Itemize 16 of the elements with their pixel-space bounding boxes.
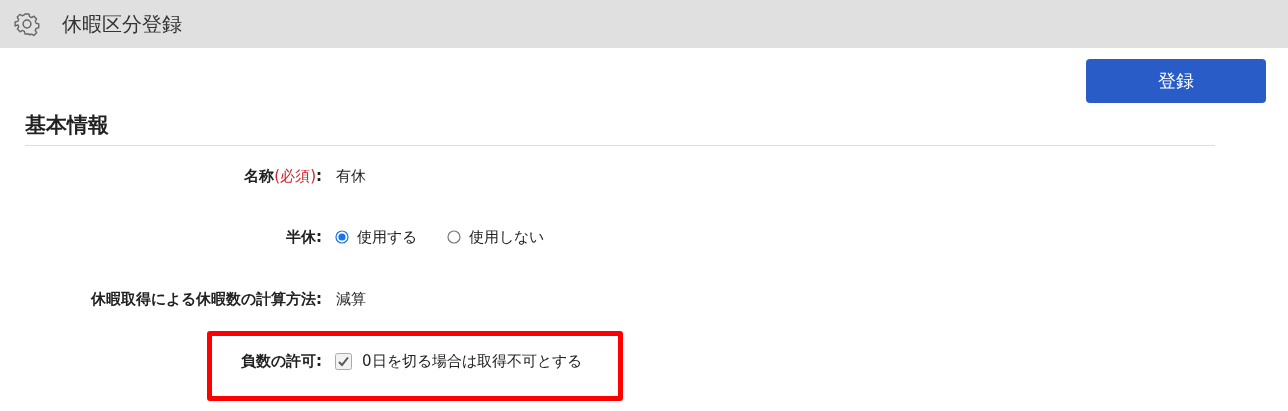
section-title: 基本情報 (25, 111, 1215, 146)
checkbox[interactable] (335, 352, 352, 370)
page-title: 休暇区分登録 (62, 10, 182, 38)
radio-button[interactable] (335, 230, 349, 244)
checkbox-label: 0日を切る場合は取得不可とする (362, 351, 582, 371)
field-label: 負数の許可: (240, 351, 322, 371)
radio-button[interactable] (447, 230, 461, 244)
field-label: 休暇取得による休暇数の計算方法: (89, 289, 322, 309)
radio-label: 使用する (357, 227, 417, 247)
field-value: 有休 (336, 166, 366, 186)
register-button[interactable]: 登録 (1086, 59, 1266, 103)
field-label: 名称(必須): (243, 166, 322, 186)
field-value: 減算 (336, 289, 366, 309)
settings-icon (14, 11, 40, 37)
radio-label: 使用しない (469, 227, 544, 247)
field-label: 半休: (285, 227, 322, 247)
